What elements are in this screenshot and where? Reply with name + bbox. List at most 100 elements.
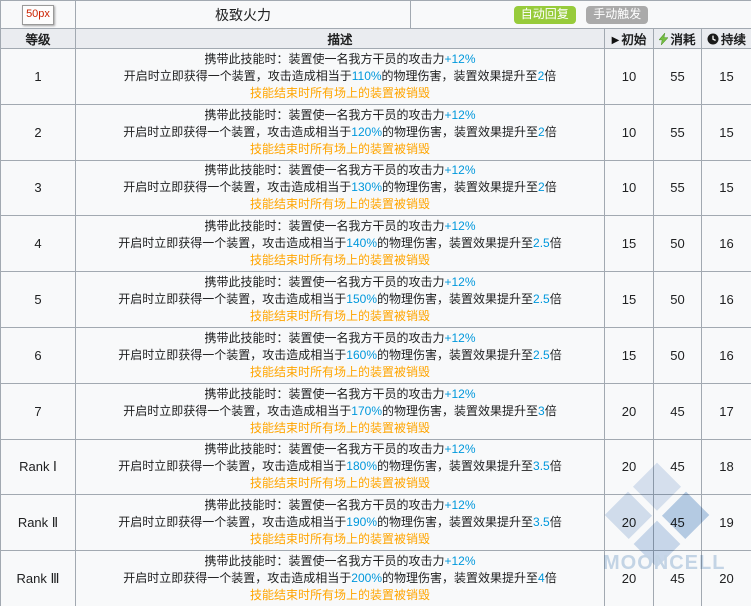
- device-multiplier-value: 2.5: [533, 236, 550, 250]
- device-multiplier-value: 2: [538, 180, 545, 194]
- sp-cost-cell: 55: [654, 49, 702, 105]
- level-cell: 5: [1, 272, 76, 328]
- col-header-cost: 消耗: [654, 29, 702, 49]
- description-warning-line: 技能结束时所有场上的装置被销毁: [80, 308, 600, 325]
- level-cell: Rank Ⅱ: [1, 495, 76, 551]
- atk-buff-value: +12%: [444, 275, 475, 289]
- sp-cost-cell: 45: [654, 383, 702, 439]
- duration-cell: 15: [702, 49, 751, 105]
- duration-cell: 20: [702, 551, 751, 606]
- table-header-row: 等级 描述 ▶初始 消耗 持续: [1, 29, 751, 49]
- skill-name: 极致火力: [76, 1, 411, 29]
- description-line-2: 开启时立即获得一个装置，攻击造成相当于180%的物理伤害，装置效果提升至3.5倍: [80, 458, 600, 475]
- description-cell: 携带此技能时：装置使一名我方干员的攻击力+12% 开启时立即获得一个装置，攻击造…: [76, 495, 605, 551]
- description-line-2: 开启时立即获得一个装置，攻击造成相当于120%的物理伤害，装置效果提升至2倍: [80, 124, 600, 141]
- initial-sp-cell: 15: [605, 327, 654, 383]
- atk-buff-value: +12%: [444, 331, 475, 345]
- initial-sp-cell: 15: [605, 272, 654, 328]
- description-cell: 携带此技能时：装置使一名我方干员的攻击力+12% 开启时立即获得一个装置，攻击造…: [76, 49, 605, 105]
- level-cell: 6: [1, 327, 76, 383]
- skill-icon-cell: 50px: [1, 1, 76, 29]
- level-cell: 4: [1, 216, 76, 272]
- level-cell: 7: [1, 383, 76, 439]
- description-line-2: 开启时立即获得一个装置，攻击造成相当于110%的物理伤害，装置效果提升至2倍: [80, 68, 600, 85]
- description-line-1: 携带此技能时：装置使一名我方干员的攻击力+12%: [80, 497, 600, 514]
- atk-buff-value: +12%: [444, 219, 475, 233]
- device-multiplier-value: 2.5: [533, 348, 550, 362]
- device-multiplier-value: 3.5: [533, 459, 550, 473]
- description-line-2: 开启时立即获得一个装置，攻击造成相当于190%的物理伤害，装置效果提升至3.5倍: [80, 514, 600, 531]
- duration-cell: 16: [702, 272, 751, 328]
- damage-percent-value: 150%: [346, 292, 377, 306]
- cost-header-label: 消耗: [670, 33, 695, 47]
- skill-level-row: Rank Ⅰ 携带此技能时：装置使一名我方干员的攻击力+12% 开启时立即获得一…: [1, 439, 751, 495]
- device-multiplier-value: 4: [538, 571, 545, 585]
- description-warning-line: 技能结束时所有场上的装置被销毁: [80, 364, 600, 381]
- initial-sp-cell: 10: [605, 160, 654, 216]
- skill-detail-page: 50px 极致火力 自动回复 手动触发 等级 描述 ▶初始 消耗 持续: [0, 0, 751, 606]
- initial-sp-cell: 10: [605, 49, 654, 105]
- description-warning-line: 技能结束时所有场上的装置被销毁: [80, 420, 600, 437]
- description-cell: 携带此技能时：装置使一名我方干员的攻击力+12% 开启时立即获得一个装置，攻击造…: [76, 160, 605, 216]
- skill-badges-cell: 自动回复 手动触发: [411, 1, 751, 29]
- skill-level-row: 7 携带此技能时：装置使一名我方干员的攻击力+12% 开启时立即获得一个装置，攻…: [1, 383, 751, 439]
- atk-buff-value: +12%: [444, 108, 475, 122]
- damage-percent-value: 170%: [351, 404, 382, 418]
- damage-percent-value: 190%: [346, 515, 377, 529]
- skill-level-row: Rank Ⅲ 携带此技能时：装置使一名我方干员的攻击力+12% 开启时立即获得一…: [1, 551, 751, 606]
- duration-cell: 16: [702, 327, 751, 383]
- duration-cell: 15: [702, 160, 751, 216]
- duration-cell: 17: [702, 383, 751, 439]
- atk-buff-value: +12%: [444, 387, 475, 401]
- damage-percent-value: 180%: [346, 459, 377, 473]
- level-cell: Rank Ⅲ: [1, 551, 76, 606]
- skill-title-row: 50px 极致火力 自动回复 手动触发: [1, 1, 751, 29]
- initial-sp-cell: 20: [605, 551, 654, 606]
- skill-level-row: Rank Ⅱ 携带此技能时：装置使一名我方干员的攻击力+12% 开启时立即获得一…: [1, 495, 751, 551]
- description-cell: 携带此技能时：装置使一名我方干员的攻击力+12% 开启时立即获得一个装置，攻击造…: [76, 439, 605, 495]
- damage-percent-value: 130%: [351, 180, 382, 194]
- initial-header-label: 初始: [621, 33, 646, 47]
- device-multiplier-value: 3: [538, 404, 545, 418]
- sp-cost-cell: 55: [654, 160, 702, 216]
- col-header-initial: ▶初始: [605, 29, 654, 49]
- description-cell: 携带此技能时：装置使一名我方干员的攻击力+12% 开启时立即获得一个装置，攻击造…: [76, 216, 605, 272]
- level-cell: 3: [1, 160, 76, 216]
- initial-sp-cell: 20: [605, 495, 654, 551]
- description-warning-line: 技能结束时所有场上的装置被销毁: [80, 196, 600, 213]
- skill-icon-broken-image[interactable]: 50px: [22, 5, 54, 24]
- description-line-1: 携带此技能时：装置使一名我方干员的攻击力+12%: [80, 107, 600, 124]
- description-line-2: 开启时立即获得一个装置，攻击造成相当于130%的物理伤害，装置效果提升至2倍: [80, 179, 600, 196]
- skill-level-row: 4 携带此技能时：装置使一名我方干员的攻击力+12% 开启时立即获得一个装置，攻…: [1, 216, 751, 272]
- col-header-duration: 持续: [702, 29, 751, 49]
- initial-sp-cell: 20: [605, 383, 654, 439]
- clock-icon: [707, 33, 719, 45]
- description-line-1: 携带此技能时：装置使一名我方干员的攻击力+12%: [80, 330, 600, 347]
- duration-cell: 18: [702, 439, 751, 495]
- initial-sp-cell: 10: [605, 104, 654, 160]
- description-line-1: 携带此技能时：装置使一名我方干员的攻击力+12%: [80, 553, 600, 570]
- description-line-1: 携带此技能时：装置使一名我方干员的攻击力+12%: [80, 441, 600, 458]
- damage-percent-value: 140%: [346, 236, 377, 250]
- description-warning-line: 技能结束时所有场上的装置被销毁: [80, 252, 600, 269]
- atk-buff-value: +12%: [444, 163, 475, 177]
- duration-cell: 15: [702, 104, 751, 160]
- description-cell: 携带此技能时：装置使一名我方干员的攻击力+12% 开启时立即获得一个装置，攻击造…: [76, 327, 605, 383]
- damage-percent-value: 160%: [346, 348, 377, 362]
- description-cell: 携带此技能时：装置使一名我方干员的攻击力+12% 开启时立即获得一个装置，攻击造…: [76, 551, 605, 606]
- atk-buff-value: +12%: [444, 498, 475, 512]
- skill-level-row: 5 携带此技能时：装置使一名我方干员的攻击力+12% 开启时立即获得一个装置，攻…: [1, 272, 751, 328]
- description-warning-line: 技能结束时所有场上的装置被销毁: [80, 85, 600, 102]
- col-header-description: 描述: [76, 29, 605, 49]
- duration-cell: 19: [702, 495, 751, 551]
- level-cell: 2: [1, 104, 76, 160]
- damage-percent-value: 110%: [352, 69, 382, 83]
- duration-header-label: 持续: [721, 33, 746, 47]
- level-header-label: 等级: [25, 33, 50, 47]
- sp-cost-cell: 50: [654, 216, 702, 272]
- device-multiplier-value: 2: [538, 125, 545, 139]
- atk-buff-value: +12%: [444, 554, 475, 568]
- skill-level-row: 3 携带此技能时：装置使一名我方干员的攻击力+12% 开启时立即获得一个装置，攻…: [1, 160, 751, 216]
- description-line-2: 开启时立即获得一个装置，攻击造成相当于160%的物理伤害，装置效果提升至2.5倍: [80, 347, 600, 364]
- device-multiplier-value: 3.5: [533, 515, 550, 529]
